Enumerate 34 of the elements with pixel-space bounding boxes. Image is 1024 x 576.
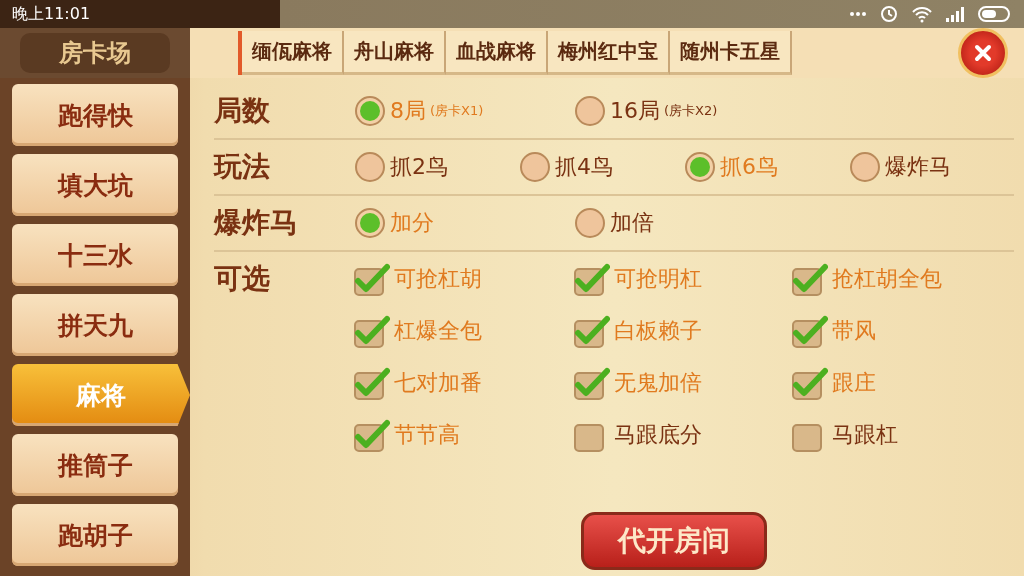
sidebar-item[interactable]: 拼天九 [12,294,178,356]
rule-label: 爆炸马 [214,205,299,241]
close-icon [973,43,993,63]
open-room-button[interactable]: 代开房间 [581,512,767,570]
more-dots-icon [850,12,866,16]
rule-label: 局数 [214,93,271,129]
sidebar-item[interactable]: 跑得快 [12,84,178,146]
option-label[interactable]: 抓2鸟 [390,152,448,182]
option-label[interactable]: 加倍 [610,208,654,238]
close-button[interactable] [958,28,1008,78]
option-label[interactable]: 16局 [610,96,660,126]
sidebar-item[interactable]: 填大坑 [12,154,178,216]
sidebar-item[interactable]: 十三水 [12,224,178,286]
sidebar-item[interactable]: 跑胡子 [12,504,178,566]
signal-icon [946,6,964,22]
game-tab[interactable]: 梅州红中宝 [548,31,670,75]
header-title: 房卡场 [20,33,170,73]
game-tab[interactable]: 舟山麻将 [344,31,446,75]
game-tab[interactable]: 缅佤麻将 [242,31,344,75]
option-note: (房卡X2) [664,102,718,120]
battery-icon [978,6,1012,22]
option-note: (房卡X1) [430,102,484,120]
rule-label: 可选 [214,261,271,297]
game-tab[interactable]: 随州卡五星 [670,31,792,75]
option-label[interactable]: 爆炸马 [885,152,951,182]
option-label[interactable]: 抓4鸟 [555,152,613,182]
sidebar-item[interactable]: 推筒子 [12,434,178,496]
wifi-icon [912,5,932,23]
option-label[interactable]: 马跟杠 [832,420,898,450]
rule-label: 玩法 [214,149,271,185]
status-time: 晚上11:01 [12,3,91,25]
option-label[interactable]: 马跟底分 [614,420,702,450]
game-tab[interactable]: 血战麻将 [446,31,548,75]
alarm-clock-icon [880,5,898,23]
